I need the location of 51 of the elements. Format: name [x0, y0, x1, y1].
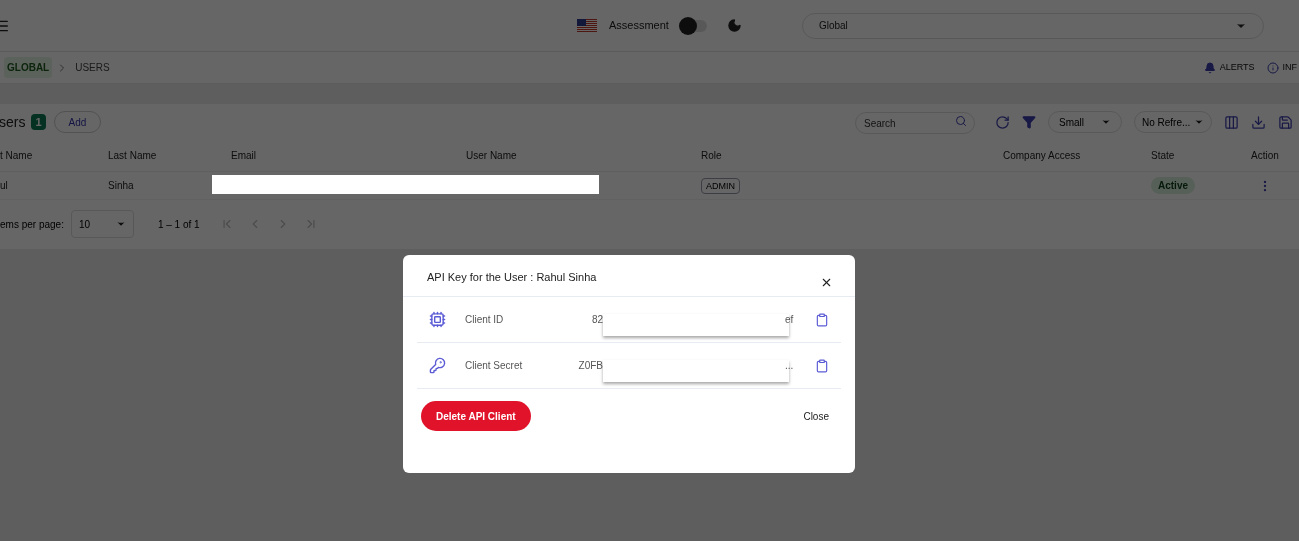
filter-icon[interactable] [1022, 115, 1036, 129]
caret-icon [1101, 117, 1111, 127]
count-badge: 1 [31, 113, 46, 131]
table-cell-text: ul [0, 179, 9, 193]
info-icon [1266, 61, 1279, 74]
field-value-end: ef [785, 313, 795, 327]
field-value-start: Z0FB [577, 359, 603, 373]
caret-icon [115, 219, 126, 229]
dialog-title: API Key for the User : Rahul Sinha [427, 270, 597, 285]
download-icon[interactable] [1251, 114, 1266, 130]
table-cell-text: Sinha [108, 179, 135, 193]
panel-title: sers [0, 112, 26, 132]
field-value-end: ... [785, 359, 795, 373]
column-header: Email [231, 149, 257, 163]
clipboard-icon[interactable] [815, 358, 829, 373]
header-link[interactable]: ALERTS [1219, 60, 1255, 75]
column-header: Last Name [108, 149, 158, 163]
column-header: Action [1250, 149, 1280, 163]
column-header: Company Access [1003, 149, 1082, 163]
state-chip: Active [1151, 177, 1195, 194]
columns-icon[interactable] [1224, 114, 1239, 130]
header-link[interactable]: INF [1282, 60, 1297, 75]
assessment-label: Assessment [609, 18, 669, 34]
breadcrumb-link[interactable]: USERS [72, 57, 113, 78]
flag-icon [577, 18, 597, 33]
page-size-select[interactable]: 10 [70, 210, 134, 238]
field-value-start: 82 [590, 313, 603, 327]
save-icon[interactable] [1278, 114, 1293, 130]
page-size-label: ems per page: [0, 217, 64, 232]
delete-api-client-button[interactable]: Delete API Client [421, 401, 531, 431]
bell-icon [1203, 61, 1216, 74]
close-button[interactable]: Close [795, 404, 837, 428]
column-header: User Name [466, 149, 518, 163]
column-header: State [1151, 149, 1176, 163]
field-label: Client Secret [465, 359, 524, 373]
moon-icon[interactable] [726, 18, 742, 33]
key-icon [429, 357, 446, 374]
role-tag: ADMIN [701, 177, 740, 194]
assessment-toggle[interactable] [680, 19, 707, 32]
caret-icon [1194, 117, 1204, 127]
column-header: t Name [0, 149, 34, 163]
search-icon[interactable] [955, 114, 967, 127]
refresh-icon[interactable] [995, 114, 1010, 130]
clipboard-icon[interactable] [815, 312, 829, 327]
search-field[interactable]: Search [855, 112, 975, 135]
chip-icon [429, 311, 446, 328]
column-header: Role [701, 149, 723, 163]
close-icon[interactable] [820, 276, 833, 289]
breadcrumb-link[interactable]: GLOBAL [4, 57, 53, 78]
page-range: 1 – 1 of 1 [157, 217, 200, 232]
field-label: Client ID [465, 313, 505, 327]
